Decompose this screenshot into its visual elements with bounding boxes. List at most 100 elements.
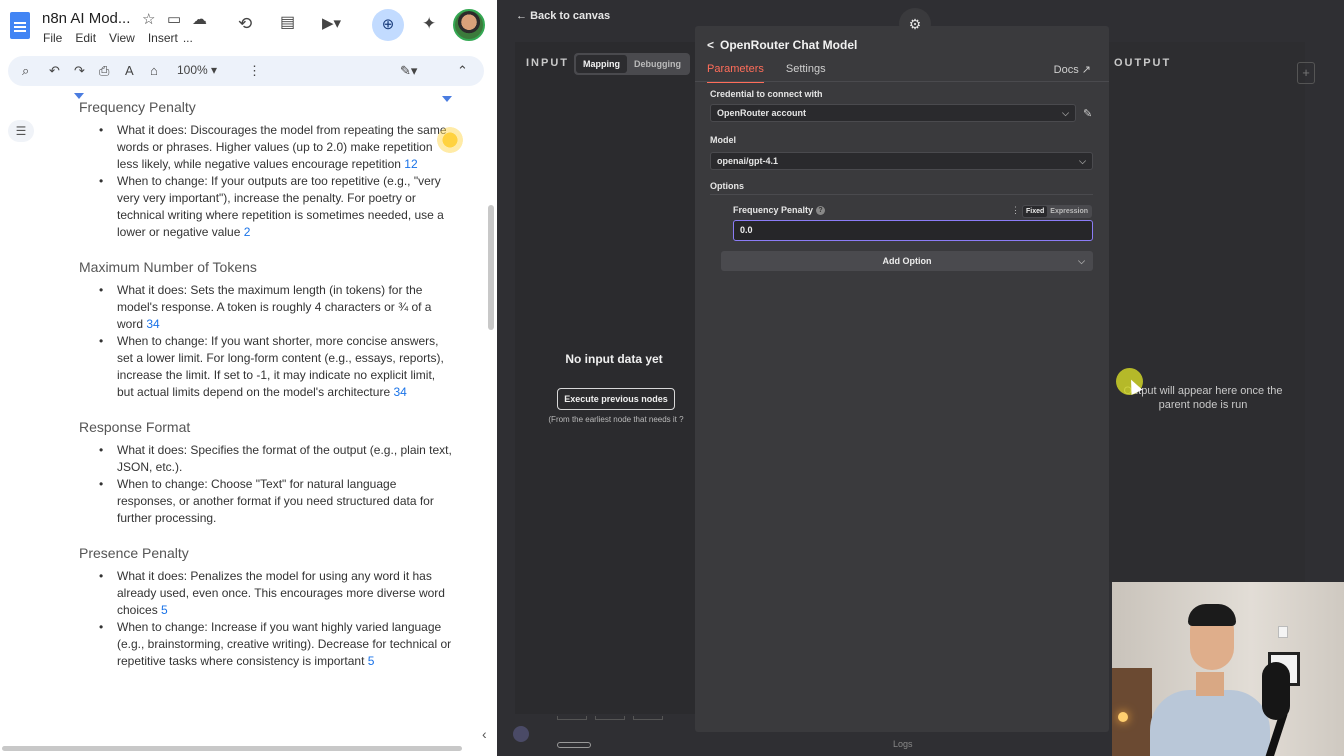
move-folder-icon[interactable]: ▭: [167, 12, 181, 27]
mode-expression[interactable]: Expression: [1047, 206, 1091, 217]
model-value: openai/gpt-4.1: [717, 156, 779, 166]
share-button[interactable]: ⊕: [372, 9, 404, 41]
section-response-format: Response Format What it does: Specifies …: [79, 418, 454, 527]
meet-icon[interactable]: ▶▾: [322, 16, 341, 31]
frequency-penalty-input[interactable]: 0.0: [733, 220, 1093, 241]
comments-icon[interactable]: ▤: [280, 15, 295, 31]
panel-toggle[interactable]: [557, 742, 591, 748]
document-body[interactable]: Frequency Penalty What it does: Discoura…: [79, 98, 454, 687]
zoom-select[interactable]: 100% ▾: [177, 63, 217, 77]
bullet-text: When to change: If your outputs are too …: [117, 174, 444, 239]
frequency-penalty-label-text: Frequency Penalty: [733, 205, 814, 215]
gemini-icon[interactable]: ✦: [422, 15, 436, 32]
robot-icon[interactable]: ⚙: [899, 8, 931, 40]
microphone: [1262, 662, 1290, 720]
add-person-icon: ⊕: [381, 16, 395, 33]
bullet-text: When to change: Increase if you want hig…: [117, 620, 452, 668]
document-outline-button[interactable]: ☰: [8, 120, 34, 142]
section-heading: Maximum Number of Tokens: [79, 259, 257, 275]
horizontal-scrollbar[interactable]: [2, 746, 462, 751]
parameters-panel: < OpenRouter Chat Model Parameters Settin…: [695, 26, 1143, 732]
list-item: When to change: If your outputs are too …: [79, 173, 454, 241]
canvas-tab[interactable]: [633, 716, 663, 720]
star-icon[interactable]: ☆: [142, 12, 155, 27]
tab-debugging[interactable]: Debugging: [627, 55, 688, 73]
vertical-scrollbar[interactable]: [488, 205, 494, 330]
citation-link[interactable]: 12: [404, 157, 417, 171]
spellcheck-icon[interactable]: A: [125, 63, 134, 78]
list-item: What it does: Penalizes the model for us…: [79, 568, 454, 619]
account-avatar[interactable]: [453, 9, 485, 41]
back-to-canvas-link[interactable]: ← Back to canvas: [516, 10, 610, 22]
fixed-expression-toggle: Fixed Expression: [1022, 205, 1093, 218]
chevron-down-icon: ⌵: [1079, 156, 1086, 166]
print-icon[interactable]: ⎙: [99, 63, 109, 79]
redo-icon[interactable]: ↷: [74, 63, 85, 79]
tab-settings[interactable]: Settings: [786, 63, 826, 83]
more-options-icon[interactable]: ⋮: [248, 63, 261, 79]
output-empty-message: Output will appear here once the parent …: [1123, 385, 1283, 411]
output-panel: [1109, 42, 1305, 582]
canvas-tab[interactable]: [595, 716, 625, 720]
arrow-left-icon: ←: [516, 10, 531, 22]
menu-edit[interactable]: Edit: [75, 31, 96, 45]
credential-label: Credential to connect with: [710, 89, 823, 99]
editing-mode-icon[interactable]: ✎▾: [400, 63, 417, 79]
add-option-label: Add Option: [882, 256, 932, 266]
list-item: When to change: If you want shorter, mor…: [79, 333, 454, 401]
tab-mapping[interactable]: Mapping: [576, 55, 627, 73]
mode-fixed[interactable]: Fixed: [1023, 206, 1048, 217]
screen: n8n AI Mod... ☆ ▭ ☁ File Edit View Inser…: [0, 0, 1344, 756]
menu-insert[interactable]: Insert: [148, 31, 178, 45]
execute-previous-nodes-button[interactable]: Execute previous nodes: [557, 388, 675, 410]
paint-format-icon[interactable]: ⌂: [150, 63, 158, 78]
editor-footer: Logs: [515, 732, 1115, 756]
parameter-options-icon[interactable]: ⋮: [1011, 205, 1020, 216]
webcam-overlay: [1112, 582, 1344, 756]
credential-select[interactable]: OpenRouter account ⌵: [710, 104, 1076, 122]
docs-menubar: File Edit View Insert ...: [43, 31, 193, 45]
chevron-down-icon: ⌵: [1062, 108, 1069, 118]
list-item: When to change: Increase if you want hig…: [79, 619, 454, 670]
menu-more[interactable]: ...: [183, 31, 193, 45]
presenter-body: [1150, 690, 1270, 756]
node-tabs: Parameters Settings: [707, 63, 826, 83]
menu-file[interactable]: File: [43, 31, 62, 45]
list-item: What it does: Discourages the model from…: [79, 122, 454, 173]
docs-link[interactable]: Docs ↗: [1054, 63, 1091, 76]
citation-link[interactable]: 34: [393, 385, 406, 399]
help-icon[interactable]: ?: [679, 415, 683, 424]
tab-parameters[interactable]: Parameters: [707, 63, 764, 83]
section-heading: Response Format: [79, 419, 191, 435]
frequency-penalty-label: Frequency Penalty?: [733, 205, 826, 216]
document-title[interactable]: n8n AI Mod...: [42, 10, 130, 27]
options-label: Options: [710, 181, 744, 191]
add-node-icon[interactable]: +: [1297, 62, 1315, 84]
menu-view[interactable]: View: [109, 31, 135, 45]
presenter-neck: [1196, 672, 1224, 696]
version-history-icon[interactable]: ⟲: [238, 15, 252, 32]
search-menus-icon[interactable]: ⌕: [22, 63, 29, 79]
node-title-text[interactable]: OpenRouter Chat Model: [720, 38, 857, 52]
google-docs-window: n8n AI Mod... ☆ ▭ ☁ File Edit View Inser…: [0, 0, 497, 756]
tab-divider: [695, 81, 1109, 82]
model-select[interactable]: openai/gpt-4.1 ⌵: [710, 152, 1093, 170]
input-panel-title: INPUT: [526, 57, 569, 69]
citation-link[interactable]: 5: [368, 654, 375, 668]
citation-link[interactable]: 34: [146, 317, 159, 331]
collapse-side-panel-icon[interactable]: ‹: [482, 726, 487, 742]
cloud-status-icon: ☁: [192, 11, 207, 28]
docs-logo-icon[interactable]: [10, 12, 30, 39]
bullet-text: What it does: Discourages the model from…: [117, 123, 447, 171]
edit-credential-icon[interactable]: ✎: [1083, 107, 1092, 120]
logs-button[interactable]: Logs: [893, 739, 913, 749]
help-icon[interactable]: ?: [816, 206, 826, 216]
canvas-tab[interactable]: [557, 716, 587, 720]
citation-link[interactable]: 2: [244, 225, 251, 239]
list-item: When to change: Choose "Text" for natura…: [79, 476, 454, 527]
collapse-toolbar-icon[interactable]: ⌃: [457, 63, 468, 79]
citation-link[interactable]: 5: [161, 603, 168, 617]
add-option-button[interactable]: Add Option ⌵: [721, 251, 1093, 271]
undo-icon[interactable]: ↶: [49, 63, 60, 79]
credential-value: OpenRouter account: [717, 108, 807, 118]
